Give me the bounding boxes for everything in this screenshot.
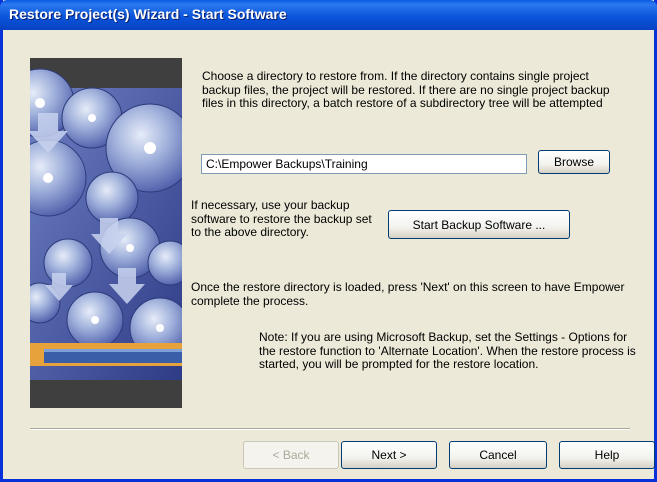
help-button[interactable]: Help	[559, 441, 655, 469]
intro-text: Choose a directory to restore from. If t…	[202, 69, 610, 110]
once-loaded-text: Once the restore directory is loaded, pr…	[191, 280, 625, 308]
next-button[interactable]: Next >	[341, 441, 437, 469]
restore-directory-input[interactable]	[201, 154, 527, 174]
title-bar[interactable]: Restore Project(s) Wizard - Start Softwa…	[0, 0, 657, 30]
backup-hint-text: If necessary, use your backup software t…	[191, 198, 372, 239]
wizard-side-image	[30, 58, 182, 408]
discs-illustration-icon	[30, 58, 182, 408]
footer-separator	[30, 428, 630, 430]
back-button[interactable]: < Back	[243, 441, 339, 469]
window-title: Restore Project(s) Wizard - Start Softwa…	[9, 6, 287, 22]
wizard-window: Restore Project(s) Wizard - Start Softwa…	[0, 0, 657, 482]
start-backup-software-button[interactable]: Start Backup Software ...	[388, 210, 570, 239]
note-text: Note: If you are using Microsoft Backup,…	[259, 330, 636, 371]
cancel-button[interactable]: Cancel	[449, 441, 547, 469]
browse-button[interactable]: Browse	[538, 150, 610, 174]
